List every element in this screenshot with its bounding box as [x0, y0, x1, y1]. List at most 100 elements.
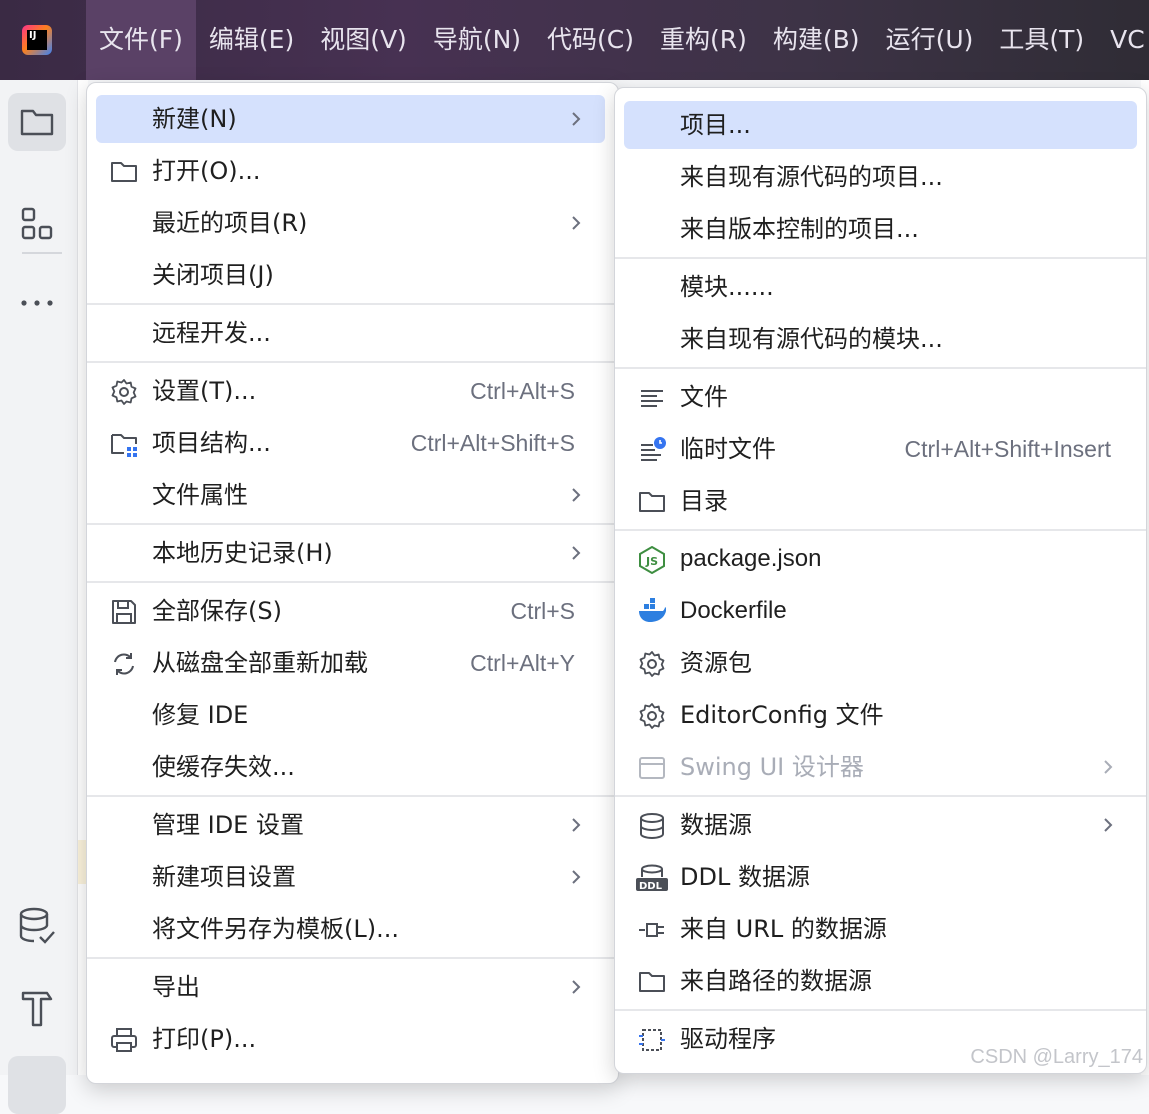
file-menu-new-project-settings[interactable]: 新建项目设置: [96, 853, 605, 901]
gear-icon: [639, 703, 665, 729]
new-menu-module[interactable]: 模块......: [624, 263, 1137, 311]
menu-vcs[interactable]: VC: [1097, 0, 1149, 80]
file-menu-export[interactable]: 导出: [96, 963, 605, 1011]
menu-navigate[interactable]: 导航(N): [420, 0, 534, 80]
menu-separator: [615, 795, 1146, 797]
chevron-right-icon: [572, 546, 581, 560]
plug-connector-icon: [639, 923, 664, 937]
file-menu-print[interactable]: 打印(P)...: [96, 1015, 605, 1063]
driver-icon: [639, 1029, 665, 1051]
chevron-right-icon: [1104, 818, 1113, 832]
file-menu-popup: 新建(N) 打开(O)... 最近的项目(R) 关闭项目(J) 远程开发... …: [86, 82, 619, 1084]
chevron-right-icon: [572, 980, 581, 994]
svg-text:JS: JS: [645, 555, 658, 568]
menu-separator: [87, 795, 618, 797]
folder-icon: [111, 162, 137, 182]
file-menu-file-properties[interactable]: 文件属性: [96, 471, 605, 519]
database-icon: [640, 813, 664, 840]
menu-separator: [87, 523, 618, 525]
more-tool-button[interactable]: [8, 274, 66, 332]
chevron-right-icon: [572, 112, 581, 126]
new-menu-module-from-sources[interactable]: 来自现有源代码的模块...: [624, 315, 1137, 363]
chevron-right-icon: [572, 818, 581, 832]
database-tool-button[interactable]: [8, 898, 66, 956]
new-menu-project-from-vcs[interactable]: 来自版本控制的项目...: [624, 205, 1137, 253]
ddl-database-icon: DDL: [636, 864, 668, 892]
new-menu-package-json[interactable]: JS package.json: [624, 535, 1137, 583]
new-menu-url-datasource[interactable]: 来自 URL 的数据源: [624, 905, 1137, 953]
menu-separator: [87, 303, 618, 305]
project-structure-icon: [111, 434, 137, 457]
app-logo-icon[interactable]: IJ: [0, 0, 86, 80]
file-menu-repair-ide[interactable]: 修复 IDE: [96, 691, 605, 739]
new-menu-project[interactable]: 项目...: [624, 101, 1137, 149]
chevron-right-icon: [1104, 760, 1113, 774]
menu-build[interactable]: 构建(B): [760, 0, 873, 80]
structure-icon: [21, 207, 53, 240]
new-menu-resource-bundle[interactable]: 资源包: [624, 639, 1137, 687]
project-tool-button[interactable]: [8, 93, 66, 151]
chevron-right-icon: [572, 870, 581, 884]
file-menu-local-history[interactable]: 本地历史记录(H): [96, 529, 605, 577]
file-menu-close-project[interactable]: 关闭项目(J): [96, 251, 605, 299]
refresh-icon: [114, 653, 134, 675]
menu-file[interactable]: 文件(F): [86, 0, 196, 80]
file-menu-manage-ide-settings[interactable]: 管理 IDE 设置: [96, 801, 605, 849]
left-tool-strip: [0, 80, 78, 1114]
file-menu-open[interactable]: 打开(O)...: [96, 147, 605, 195]
tool-button-partial[interactable]: [8, 1056, 66, 1114]
menu-separator: [87, 361, 618, 363]
text-file-icon: [641, 390, 663, 407]
file-menu-reload[interactable]: 从磁盘全部重新加载 Ctrl+Alt+Y: [96, 639, 605, 687]
new-menu-project-from-sources[interactable]: 来自现有源代码的项目...: [624, 153, 1137, 201]
docker-icon: [639, 598, 666, 622]
menu-view[interactable]: 视图(V): [307, 0, 420, 80]
new-menu-dockerfile[interactable]: Dockerfile: [624, 587, 1137, 635]
chevron-right-icon: [572, 488, 581, 502]
main-menu-bar: IJ 文件(F) 编辑(E) 视图(V) 导航(N) 代码(C) 重构(R) 构…: [0, 0, 1149, 80]
folder-icon: [639, 972, 665, 992]
new-menu-path-datasource[interactable]: 来自路径的数据源: [624, 957, 1137, 1005]
build-hammer-icon: [21, 991, 53, 1027]
menu-separator: [87, 957, 618, 959]
menu-edit[interactable]: 编辑(E): [196, 0, 307, 80]
new-menu-directory[interactable]: 目录: [624, 477, 1137, 525]
file-menu-save-as-template[interactable]: 将文件另存为模板(L)...: [96, 905, 605, 953]
menu-separator: [615, 529, 1146, 531]
new-menu-file[interactable]: 文件: [624, 373, 1137, 421]
file-menu-save-all[interactable]: 全部保存(S) Ctrl+S: [96, 587, 605, 635]
nodejs-icon: JS: [639, 546, 665, 574]
file-menu-remote-dev[interactable]: 远程开发...: [96, 309, 605, 357]
build-tool-button[interactable]: [8, 978, 66, 1036]
scratch-file-icon: [641, 437, 666, 461]
print-icon: [111, 1028, 137, 1052]
file-menu-invalidate-caches[interactable]: 使缓存失效...: [96, 743, 605, 791]
menu-refactor[interactable]: 重构(R): [647, 0, 760, 80]
menu-separator: [615, 257, 1146, 259]
gear-icon: [639, 651, 665, 677]
menu-code[interactable]: 代码(C): [534, 0, 647, 80]
structure-tool-button[interactable]: [8, 195, 66, 253]
new-menu-ddl-datasource[interactable]: DDL DDL 数据源: [624, 853, 1137, 901]
menu-separator: [615, 367, 1146, 369]
new-menu-swing-designer: Swing UI 设计器: [624, 743, 1137, 791]
folder-icon: [20, 109, 54, 136]
file-menu-new[interactable]: 新建(N): [96, 95, 605, 143]
window-form-icon: [639, 757, 665, 779]
file-menu-settings[interactable]: 设置(T)... Ctrl+Alt+S: [96, 367, 605, 415]
new-menu-scratch-file[interactable]: 临时文件 Ctrl+Alt+Shift+Insert: [624, 425, 1137, 473]
gear-icon: [111, 379, 137, 405]
new-submenu-popup: 项目... 来自现有源代码的项目... 来自版本控制的项目... 模块.....…: [614, 87, 1147, 1074]
menu-tools[interactable]: 工具(T): [986, 0, 1097, 80]
more-icon: [21, 300, 53, 306]
file-menu-recent[interactable]: 最近的项目(R): [96, 199, 605, 247]
menu-separator: [87, 581, 618, 583]
new-menu-datasource[interactable]: 数据源: [624, 801, 1137, 849]
chevron-right-icon: [572, 216, 581, 230]
file-menu-project-structure[interactable]: 项目结构... Ctrl+Alt+Shift+S: [96, 419, 605, 467]
folder-icon: [639, 492, 665, 512]
ddl-badge: DDL: [639, 881, 663, 892]
menu-separator: [615, 1009, 1146, 1011]
menu-run[interactable]: 运行(U): [873, 0, 987, 80]
new-menu-editorconfig[interactable]: EditorConfig 文件: [624, 691, 1137, 739]
